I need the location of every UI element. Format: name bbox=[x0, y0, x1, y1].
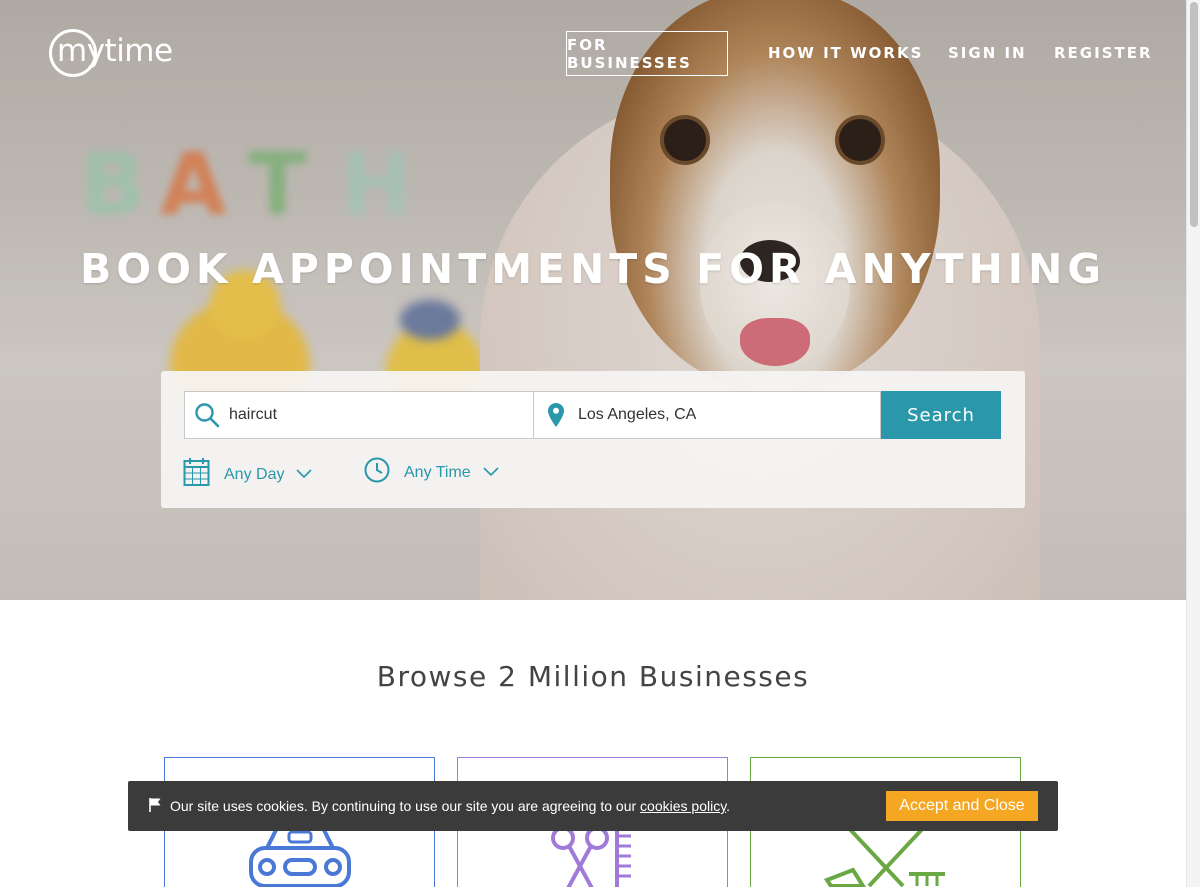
cookie-text-end: . bbox=[726, 798, 731, 814]
for-businesses-button[interactable]: FOR BUSINESSES bbox=[566, 31, 728, 76]
mytime-logo[interactable]: mytime bbox=[49, 29, 173, 77]
day-filter-dropdown[interactable]: Any Day bbox=[183, 457, 313, 492]
accept-and-close-button[interactable]: Accept and Close bbox=[886, 791, 1038, 821]
browse-title: Browse 2 Million Businesses bbox=[376, 660, 810, 693]
clock-icon bbox=[364, 457, 390, 488]
chevron-down-icon bbox=[296, 466, 313, 484]
location-input[interactable] bbox=[578, 392, 880, 438]
search-icon bbox=[185, 392, 229, 438]
hero-headline: BOOK APPOINTMENTS FOR ANYTHING bbox=[79, 245, 1107, 293]
hero-banner: B A T H mytime FOR BUSINESSES HOW IT WOR… bbox=[0, 0, 1186, 600]
sign-in-link[interactable]: SIGN IN bbox=[948, 44, 1027, 62]
service-search-field bbox=[184, 391, 534, 439]
location-pin-icon bbox=[534, 392, 578, 438]
flag-icon bbox=[148, 797, 162, 816]
time-filter-label: Any Time bbox=[404, 463, 471, 481]
scrollbar-thumb[interactable] bbox=[1190, 2, 1198, 227]
search-button[interactable]: Search bbox=[881, 391, 1001, 439]
cookies-policy-link[interactable]: cookies policy bbox=[640, 798, 726, 814]
day-filter-label: Any Day bbox=[224, 465, 285, 483]
calendar-icon bbox=[183, 457, 210, 492]
chevron-down-icon bbox=[483, 464, 499, 482]
cookie-consent-bar: Our site uses cookies. By continuing to … bbox=[128, 781, 1058, 831]
register-link[interactable]: REGISTER bbox=[1054, 44, 1153, 62]
page-scrollbar[interactable] bbox=[1186, 0, 1200, 887]
logo-text: mytime bbox=[57, 33, 173, 69]
how-it-works-link[interactable]: HOW IT WORKS bbox=[768, 44, 923, 62]
search-panel: Search Any Day Any Time bbox=[161, 371, 1025, 508]
cookie-message: Our site uses cookies. By continuing to … bbox=[170, 798, 730, 814]
cookie-text: Our site uses cookies. By continuing to … bbox=[170, 798, 641, 814]
service-search-input[interactable] bbox=[229, 392, 533, 438]
location-field bbox=[533, 391, 881, 439]
hero-overlay bbox=[0, 0, 1186, 600]
time-filter-dropdown[interactable]: Any Time bbox=[364, 457, 499, 488]
